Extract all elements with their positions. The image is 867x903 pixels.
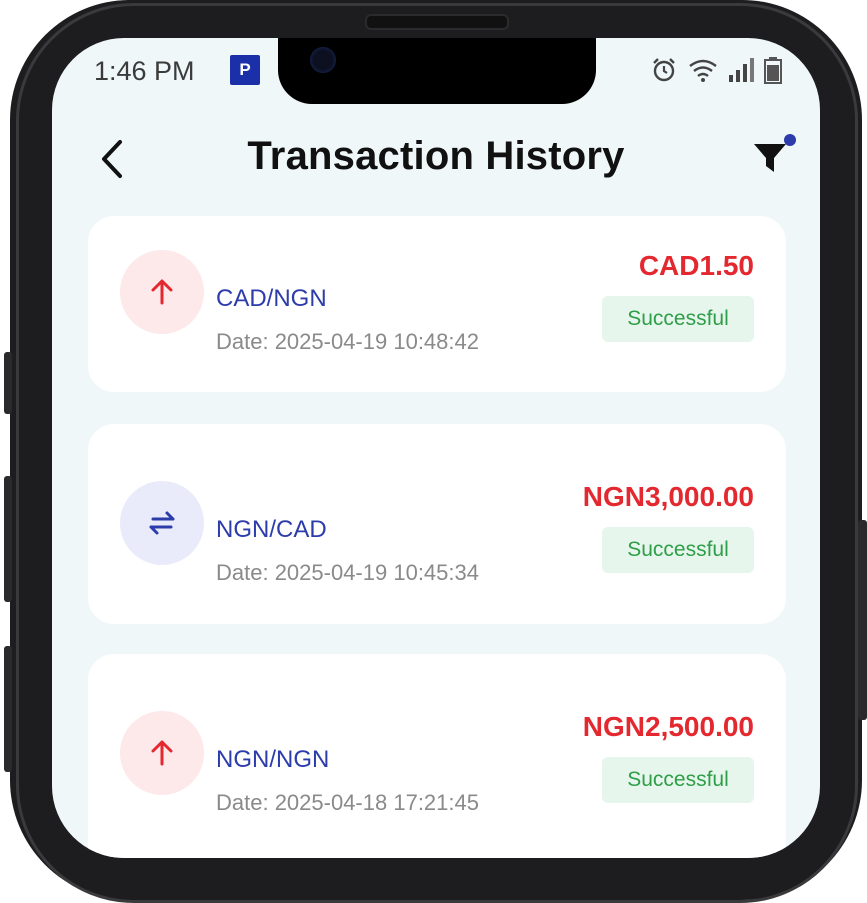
page-title: Transaction History [247,134,625,178]
battery-icon [764,57,782,84]
alarm-icon [653,58,675,82]
side-button [4,352,12,414]
filter-icon [754,134,796,172]
side-button [4,476,12,602]
arrow-up-icon [151,279,173,305]
front-camera [310,47,336,73]
side-button [4,646,12,772]
currency-pair: NGN/NGN [216,746,330,773]
currency-pair: NGN/CAD [216,516,327,543]
status-time: 1:46 PM [94,56,195,86]
transaction-type-icon [120,481,204,565]
side-button [858,520,867,720]
transaction-date: Date: 2025-04-19 10:48:42 [216,329,479,354]
earpiece-speaker [365,14,509,30]
filter-button[interactable] [750,134,798,178]
transaction-type-icon [120,250,204,334]
transaction-date: Date: 2025-04-19 10:45:34 [216,560,479,585]
phone-screen: 1:46 PM P Transaction History CAD/NGN Da… [52,38,820,858]
transaction-date: Date: 2025-04-18 17:21:45 [216,790,479,815]
arrow-up-icon [151,740,173,766]
status-badge: Successful [602,296,754,342]
currency-pair: CAD/NGN [216,285,327,312]
transaction-card[interactable]: NGN/NGN Date: 2025-04-18 17:21:45 NGN2,5… [88,654,786,858]
wifi-icon [689,59,717,82]
transaction-amount: NGN3,000.00 [582,481,754,512]
signal-icon [729,58,754,82]
transaction-amount: CAD1.50 [638,250,754,281]
transaction-card[interactable]: CAD/NGN Date: 2025-04-19 10:48:42 CAD1.5… [88,216,786,392]
status-badge: Successful [602,757,754,803]
status-badge: Successful [602,527,754,573]
transaction-type-icon [120,711,204,795]
status-icons [650,56,782,84]
transaction-amount: NGN2,500.00 [582,711,754,742]
notch [278,38,596,104]
app-notification-icon: P [230,55,260,85]
transaction-card[interactable]: NGN/CAD Date: 2025-04-19 10:45:34 NGN3,0… [88,424,786,624]
swap-arrows-icon [149,511,175,535]
